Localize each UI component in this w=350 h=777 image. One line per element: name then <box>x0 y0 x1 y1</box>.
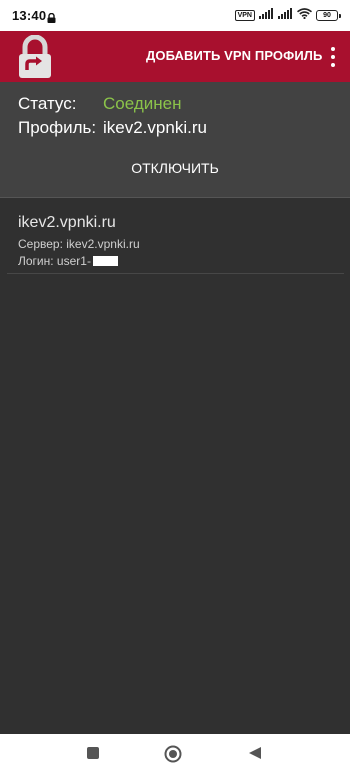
lock-icon <box>47 10 56 28</box>
circle-icon[interactable] <box>164 745 182 768</box>
divider <box>7 273 344 274</box>
triangle-back-icon[interactable] <box>248 746 262 765</box>
profile-label: Профиль: <box>18 118 97 137</box>
profile-value: ikev2.vpnki.ru <box>103 118 207 137</box>
profile-server: Сервер: ikev2.vpnki.ru <box>18 237 140 251</box>
lock-arrow-logo-icon <box>16 34 54 84</box>
disconnect-button[interactable]: ОТКЛЮЧИТЬ <box>0 160 350 176</box>
redaction-box <box>92 256 118 266</box>
profile-login-text: Логин: user1- <box>18 254 91 268</box>
profile-name: ikev2.vpnki.ru <box>18 214 116 231</box>
profile-list-item[interactable]: ikev2.vpnki.ru Сервер: ikev2.vpnki.ru Ло… <box>7 212 344 274</box>
connection-status-panel: Статус: Соединен Профиль: ikev2.vpnki.ru… <box>0 82 350 197</box>
profile-list: ikev2.vpnki.ru Сервер: ikev2.vpnki.ru Ло… <box>0 198 350 734</box>
signal-icon <box>278 6 293 24</box>
system-status-bar: 13:40 VPN 90 <box>0 0 350 31</box>
battery-icon: 90 <box>316 9 341 21</box>
status-icons: VPN 90 <box>234 6 341 24</box>
status-label: Статус: <box>18 94 77 113</box>
add-vpn-profile-button[interactable]: ДОБАВИТЬ VPN ПРОФИЛЬ <box>146 48 322 63</box>
square-icon[interactable] <box>86 746 100 765</box>
status-time: 13:40 <box>12 8 47 23</box>
status-value: Соединен <box>103 94 182 113</box>
signal-icon <box>259 6 274 24</box>
vpn-badge: VPN <box>234 9 255 21</box>
navigation-bar <box>0 734 350 777</box>
app-bar: ДОБАВИТЬ VPN ПРОФИЛЬ <box>0 31 350 82</box>
more-vert-icon[interactable] <box>330 47 336 67</box>
wifi-icon <box>297 6 312 24</box>
profile-login: Логин: user1- <box>18 254 118 268</box>
